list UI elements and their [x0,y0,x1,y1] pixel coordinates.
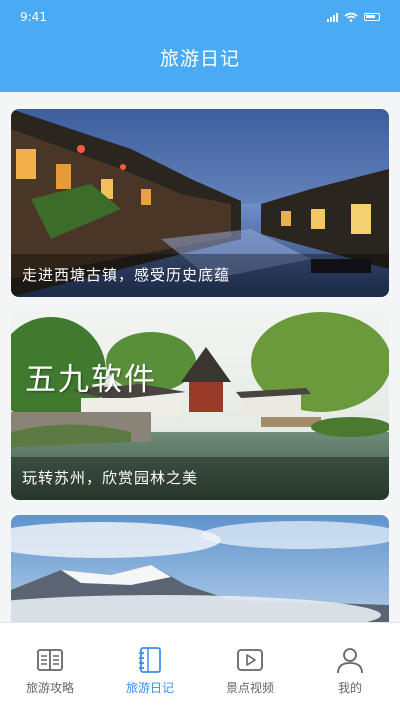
wifi-icon [344,12,358,22]
snow-mountain-image [11,515,389,622]
status-bar: 9:41 [0,0,400,34]
cellular-signal-icon [327,12,338,22]
tab-label: 我的 [337,681,362,695]
video-play-icon [237,649,263,671]
card-caption: 走进西塘古镇，感受历史底蕴 [11,254,389,297]
tab-label: 景点视频 [225,681,274,695]
page-title: 旅游日记 [159,48,240,70]
tab-label: 旅游日记 [125,681,174,695]
diary-card-xitang[interactable]: 走进西塘古镇，感受历史底蕴 [11,109,389,297]
app-header: 9:41 旅游日记 [0,0,400,92]
tab-scenic-videos[interactable]: 景点视频 [200,623,300,711]
bottom-tab-bar: 旅游攻略 旅游日记 景点视频 我的 [0,622,400,711]
status-time: 9:41 [20,10,47,24]
card-caption: 玩转苏州，欣赏园林之美 [11,457,389,500]
watermark-text: 五九软件 [25,362,157,398]
book-open-icon [37,649,63,671]
tab-label: 旅游攻略 [25,681,74,695]
person-icon [337,648,363,674]
diary-card-mountain[interactable] [11,515,389,622]
notebook-icon [139,647,161,673]
diary-list[interactable]: 走进西塘古镇，感受历史底蕴 五九软件 玩转苏州，欣赏园林之美 [0,92,400,622]
battery-icon [364,13,380,21]
diary-card-suzhou[interactable]: 五九软件 玩转苏州，欣赏园林之美 [11,312,389,500]
tab-profile[interactable]: 我的 [300,623,400,711]
tab-travel-diary[interactable]: 旅游日记 [100,623,200,711]
tab-travel-guide[interactable]: 旅游攻略 [0,623,100,711]
status-icons [327,12,380,22]
